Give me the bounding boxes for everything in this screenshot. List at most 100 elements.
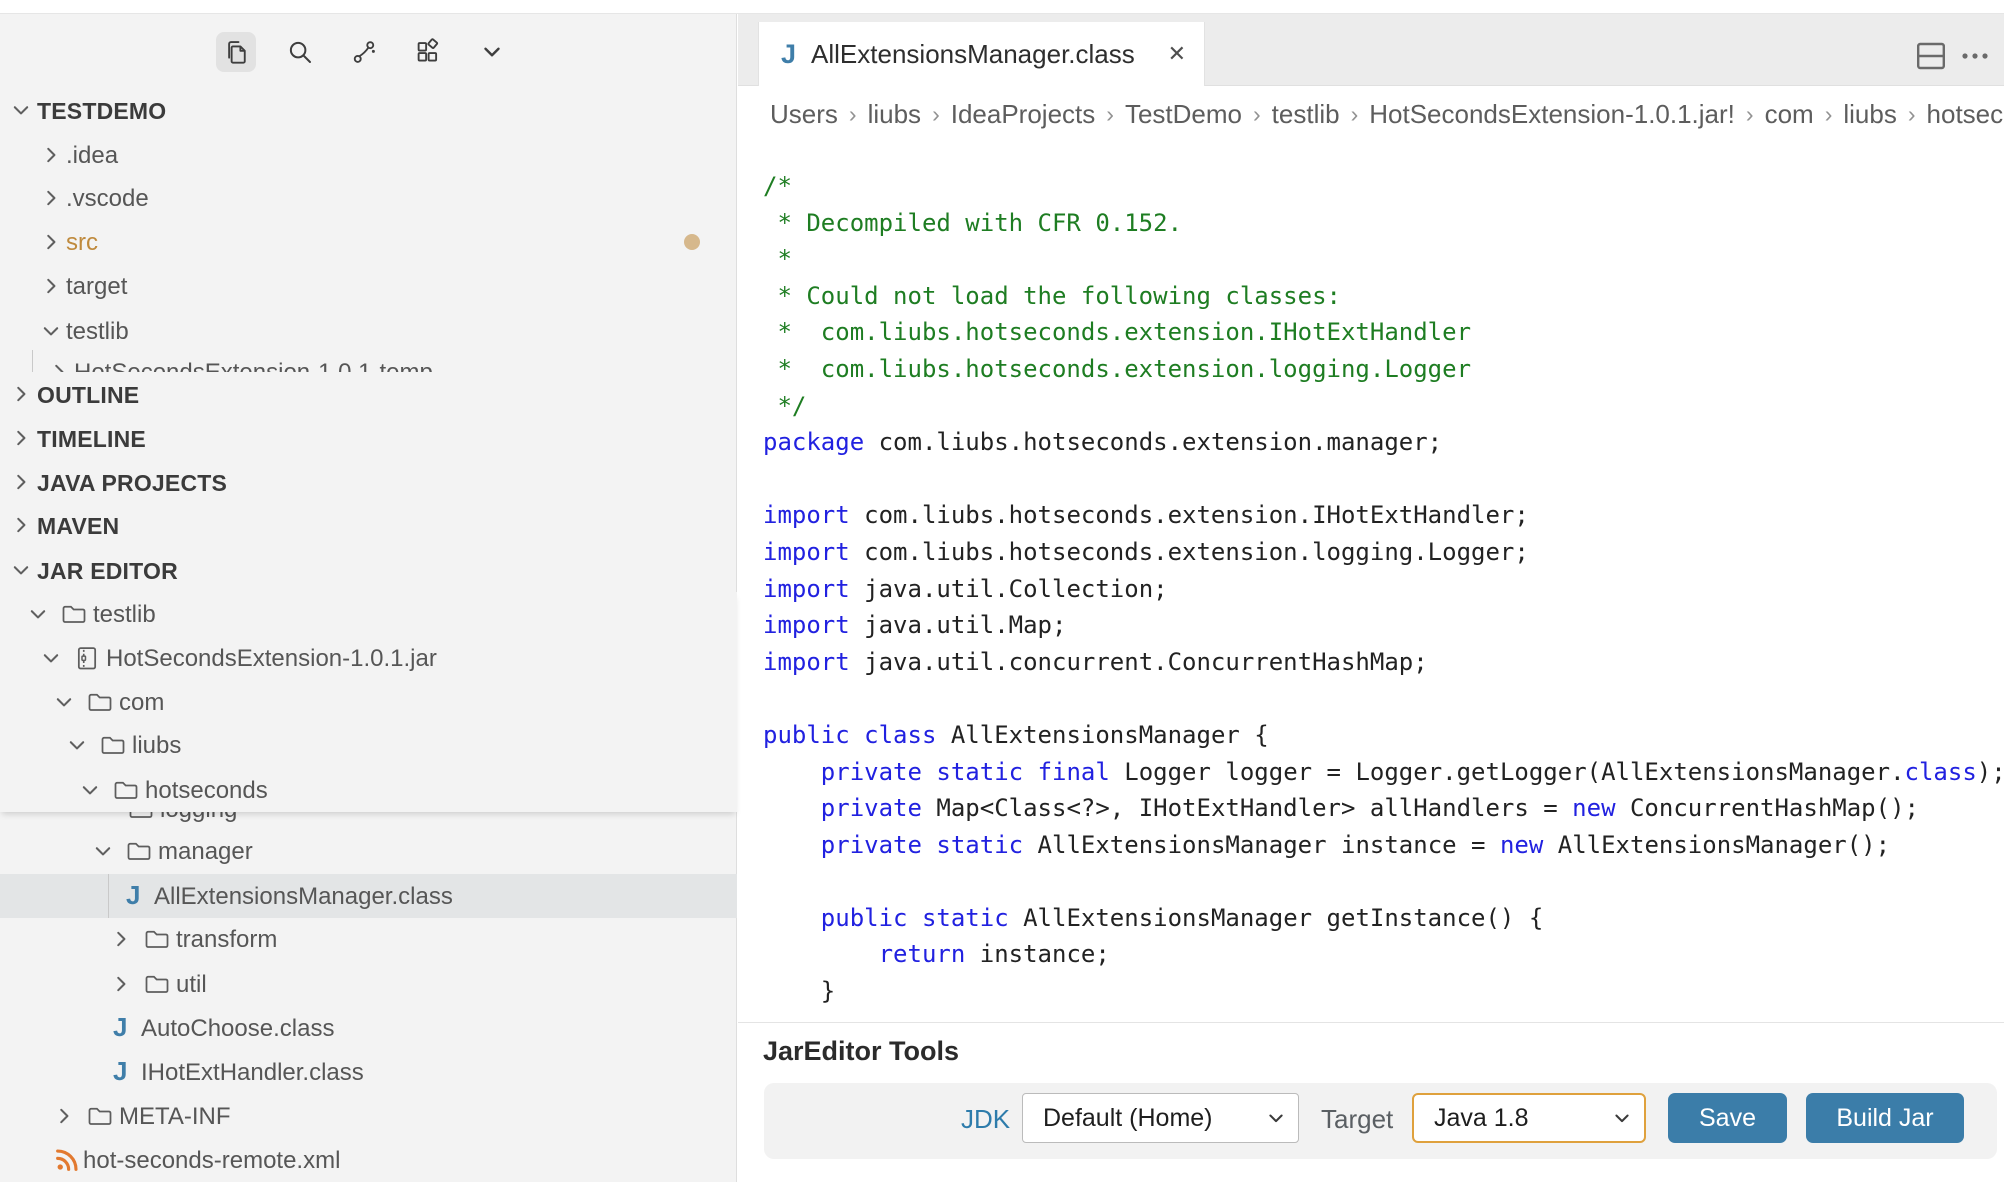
comment-token: * — [763, 245, 792, 273]
tree-item-hotsecondsextension-1-0-1-jar[interactable]: HotSecondsExtension-1.0.1.jar — [0, 636, 737, 680]
chevron-down-icon[interactable] — [40, 647, 62, 669]
code-token — [922, 758, 936, 786]
code-line: import java.util.concurrent.ConcurrentHa… — [763, 644, 2004, 681]
chevron-down-icon[interactable] — [10, 99, 32, 121]
code-token: com.liubs.hotseconds.extension.logging.L… — [850, 538, 1529, 566]
chevron-right-icon[interactable] — [48, 361, 70, 372]
chevron-down-icon — [1266, 1108, 1286, 1128]
code-line: * — [763, 241, 2004, 278]
chevron-down-icon[interactable] — [66, 734, 88, 756]
tree-item-com[interactable]: com — [0, 680, 737, 724]
folder-icon — [86, 688, 114, 716]
chevron-right-icon[interactable] — [40, 187, 62, 209]
target-label: Target — [1321, 1104, 1393, 1135]
breadcrumb-item-liubs[interactable]: liubs — [1843, 99, 1896, 130]
extensions-icon[interactable] — [408, 32, 448, 72]
code-line: * Decompiled with CFR 0.152. — [763, 205, 2004, 242]
tab-allextensionsmanager[interactable]: J AllExtensionsManager.class ✕ — [758, 22, 1205, 86]
more-actions-icon[interactable] — [1960, 49, 1990, 68]
tree-item-meta-inf[interactable]: META-INF — [0, 1094, 737, 1138]
section-outline[interactable]: OUTLINE — [0, 372, 737, 416]
breadcrumb-item-testlib[interactable]: testlib — [1272, 99, 1340, 130]
section-label: OUTLINE — [37, 382, 139, 409]
chevron-right-icon[interactable] — [110, 973, 132, 995]
tree-item-ihotexthandler-class[interactable]: JIHotExtHandler.class — [0, 1050, 737, 1094]
tree-item-hotsecondsextension-1-0-1-temp[interactable]: HotSecondsExtension-1.0.1-temp — [0, 350, 737, 372]
source-control-icon[interactable] — [344, 32, 384, 72]
chevron-right-icon[interactable] — [40, 275, 62, 297]
tree-item-idea[interactable]: .idea — [0, 133, 737, 177]
chevron-right-icon[interactable] — [10, 427, 32, 449]
code-token: Logger logger = Logger.getLogger(AllExte… — [1110, 758, 1905, 786]
chevron-down-icon[interactable] — [40, 320, 62, 342]
chevron-down-icon[interactable] — [92, 840, 114, 862]
code-token — [1023, 758, 1037, 786]
section-java-projects[interactable]: JAVA PROJECTS — [0, 460, 737, 504]
breadcrumb-item-hotsecondsextension-1-0-1-jar[interactable]: HotSecondsExtension-1.0.1.jar! — [1369, 99, 1735, 130]
chevron-right-icon[interactable] — [10, 471, 32, 493]
chevron-right-icon[interactable] — [40, 231, 62, 253]
breadcrumb-item-testdemo[interactable]: TestDemo — [1125, 99, 1242, 130]
target-select[interactable]: Java 1.8 — [1412, 1093, 1646, 1143]
tree-item-testlib[interactable]: testlib — [0, 309, 737, 353]
code-token: } — [763, 977, 835, 1005]
files-icon[interactable] — [216, 32, 256, 72]
close-icon[interactable]: ✕ — [1168, 41, 1186, 67]
chevron-down-icon[interactable] — [79, 779, 101, 801]
tree-item-manager[interactable]: manager — [0, 829, 737, 873]
java-class-icon: J — [781, 39, 796, 70]
code-token — [850, 721, 864, 749]
code-token: ); — [1977, 758, 2004, 786]
tree-item-testlib[interactable]: testlib — [0, 592, 737, 636]
keyword-token: import — [763, 501, 850, 529]
code-token — [763, 940, 879, 968]
save-button[interactable]: Save — [1668, 1093, 1787, 1143]
jdk-select[interactable]: Default (Home) — [1022, 1093, 1299, 1143]
section-maven[interactable]: MAVEN — [0, 503, 737, 547]
chevron-right-icon[interactable] — [40, 144, 62, 166]
indent-guide — [32, 350, 33, 372]
code-line: package com.liubs.hotseconds.extension.m… — [763, 424, 2004, 461]
tab-bar: J AllExtensionsManager.class ✕ — [738, 13, 2004, 86]
tree-item-vscode[interactable]: .vscode — [0, 176, 737, 220]
tree-item-target[interactable]: target — [0, 264, 737, 308]
breadcrumb-separator-icon: › — [921, 101, 951, 128]
tools-divider — [738, 1022, 2004, 1023]
tree-item-util[interactable]: util — [0, 962, 737, 1006]
breadcrumb-separator-icon: › — [1814, 101, 1844, 128]
code-line: import java.util.Map; — [763, 607, 2004, 644]
breadcrumb-item-liubs[interactable]: liubs — [868, 99, 921, 130]
breadcrumb-item-com[interactable]: com — [1765, 99, 1814, 130]
tree-item-hot-seconds-remote-xml[interactable]: hot-seconds-remote.xml — [0, 1138, 737, 1182]
tree-item-src[interactable]: src — [0, 220, 737, 264]
build-jar-button[interactable]: Build Jar — [1806, 1093, 1964, 1143]
keyword-token: final — [1038, 758, 1110, 786]
chevron-right-icon[interactable] — [53, 1105, 75, 1127]
tree-item-allextensionsmanager-class[interactable]: JAllExtensionsManager.class — [0, 874, 737, 918]
breadcrumb-item-hotseconds[interactable]: hotseconds — [1927, 99, 2004, 130]
chevron-down-icon[interactable] — [10, 559, 32, 581]
chevron-right-icon[interactable] — [110, 928, 132, 950]
chevron-down-icon[interactable] — [53, 691, 75, 713]
code-token — [763, 904, 821, 932]
section-timeline[interactable]: TIMELINE — [0, 416, 737, 460]
breadcrumb-item-users[interactable]: Users — [770, 99, 838, 130]
tree-item-label: src — [66, 229, 98, 257]
chevron-right-icon[interactable] — [10, 383, 32, 405]
tab-title: AllExtensionsManager.class — [811, 39, 1135, 70]
tree-item-transform[interactable]: transform — [0, 917, 737, 961]
chevron-right-icon[interactable] — [10, 514, 32, 536]
section-jar-editor[interactable]: JAR EDITOR — [0, 548, 737, 592]
folder-icon — [125, 837, 153, 865]
keyword-token: new — [1500, 831, 1543, 859]
tree-item-liubs[interactable]: liubs — [0, 723, 737, 767]
keyword-token: package — [763, 428, 864, 456]
tree-item-hotseconds[interactable]: hotseconds — [0, 768, 737, 812]
section-testdemo[interactable]: TESTDEMO — [0, 88, 737, 132]
breadcrumb-item-ideaprojects[interactable]: IdeaProjects — [951, 99, 1096, 130]
search-icon[interactable] — [280, 32, 320, 72]
tree-item-autochoose-class[interactable]: JAutoChoose.class — [0, 1006, 737, 1050]
split-editor-icon[interactable] — [1915, 40, 1947, 77]
chevron-down-icon[interactable] — [27, 603, 49, 625]
views-chevron-icon[interactable] — [472, 32, 512, 72]
